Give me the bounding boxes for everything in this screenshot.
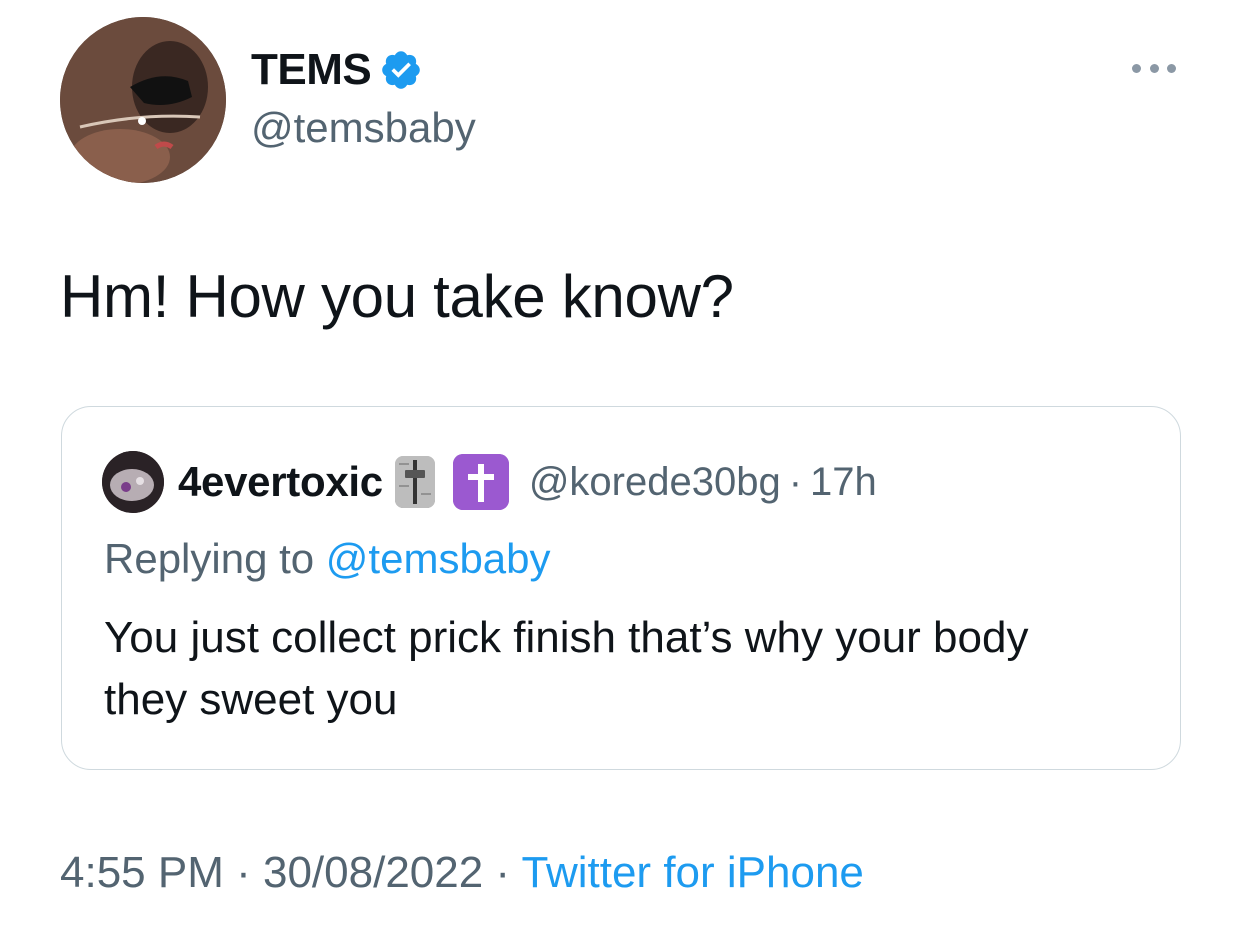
avatar-photo (60, 17, 226, 183)
tweet-date[interactable]: 30/08/2022 (263, 848, 483, 897)
dot (1132, 63, 1141, 73)
author-display-name[interactable]: TEMS (251, 45, 372, 95)
latin-cross-icon (452, 454, 509, 510)
quoted-avatar-photo (102, 451, 164, 513)
dot (1167, 63, 1176, 73)
quoted-author-display-name[interactable]: 4evertoxic (178, 458, 383, 506)
separator: · (483, 848, 522, 897)
quoted-author-handle[interactable]: @korede30bg (529, 460, 781, 505)
quoted-tweet-text: You just collect prick finish that’s why… (104, 613, 1029, 724)
author-handle[interactable]: @temsbaby (251, 104, 476, 152)
tweet-text: Hm! How you take know? (60, 263, 734, 330)
separator: · (223, 848, 263, 897)
author-avatar[interactable] (60, 17, 226, 183)
replying-to-mention[interactable]: @temsbaby (326, 535, 551, 582)
dot (1149, 63, 1159, 73)
separator: · (788, 459, 803, 504)
quoted-tweet-time[interactable]: 17h (810, 460, 877, 505)
tweet: TEMS @temsbaby Hm! How you take know? 4e (0, 0, 1242, 926)
verified-badge-icon (382, 51, 421, 89)
tweet-source-link[interactable]: Twitter for iPhone (522, 848, 864, 897)
latin-cross-emoji (452, 454, 509, 510)
quoted-tweet-header: 4evertoxic @korede30bg · 17h (102, 451, 877, 513)
replying-prefix: Replying to (104, 535, 326, 582)
more-options-icon[interactable] (1132, 58, 1176, 78)
replying-to: Replying to @temsbaby (104, 535, 551, 583)
level-slider-emoji (394, 456, 435, 508)
quoted-author-avatar[interactable] (102, 451, 164, 513)
quoted-tweet[interactable]: 4evertoxic @korede30bg · 17h Replying to… (61, 406, 1181, 770)
level-slider-icon (394, 456, 435, 508)
tweet-time[interactable]: 4:55 PM (60, 848, 224, 897)
author-info[interactable]: TEMS @temsbaby (251, 44, 476, 152)
tweet-metadata: 4:55 PM · 30/08/2022 · Twitter for iPhon… (60, 848, 864, 898)
